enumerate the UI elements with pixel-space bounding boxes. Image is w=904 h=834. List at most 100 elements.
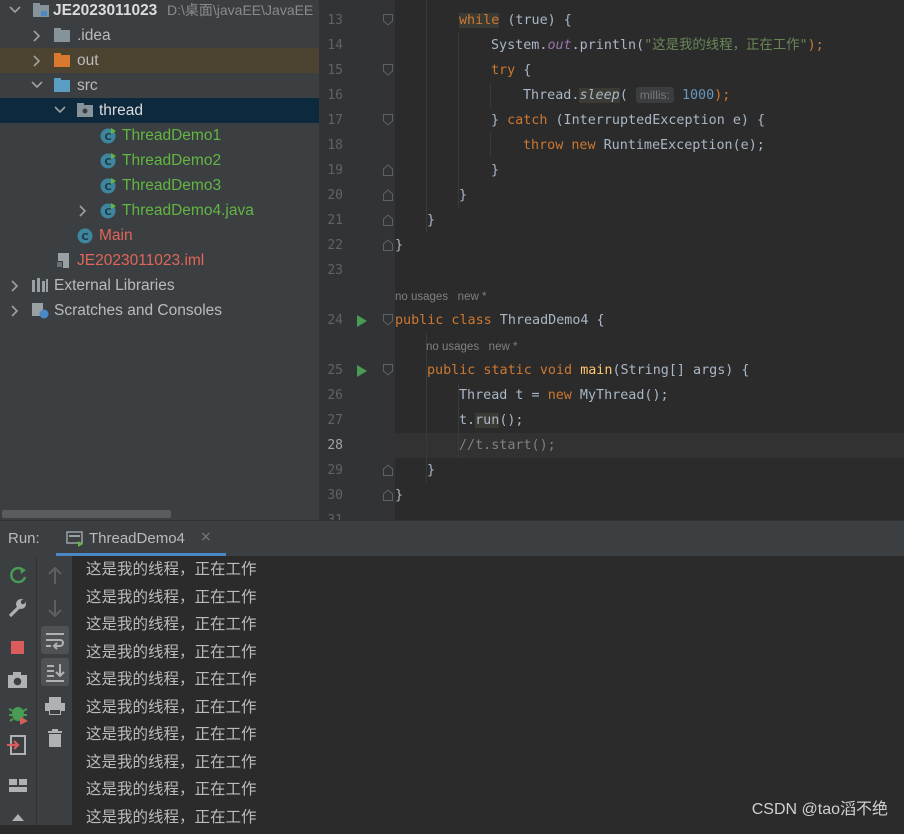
- class-icon: C: [100, 203, 116, 219]
- tree-item-label: Main: [99, 227, 133, 244]
- code-editor[interactable]: 13 14 15 16 17 18 19 20 21 22 23 24 25 2…: [319, 0, 904, 520]
- tree-root[interactable]: JE2023011023 D:\桌面\javaEE\JavaEE: [0, 0, 319, 23]
- run-toolbar-secondary: [36, 556, 73, 825]
- chevron-down-icon[interactable]: [53, 98, 67, 123]
- fold-icon[interactable]: [383, 64, 393, 76]
- stop-icon[interactable]: [6, 636, 30, 660]
- fold-icon[interactable]: [383, 239, 393, 251]
- code-line[interactable]: }: [395, 158, 499, 183]
- code-line[interactable]: }: [395, 458, 435, 483]
- tree-item-threaddemo1[interactable]: C ThreadDemo1: [0, 123, 319, 148]
- run-icon[interactable]: [356, 365, 368, 377]
- pin-icon[interactable]: [6, 810, 30, 834]
- tree-item-thread[interactable]: thread: [0, 98, 319, 123]
- code-line[interactable]: }: [395, 183, 467, 208]
- code-token: new: [547, 388, 572, 403]
- code-line[interactable]: //t.start();: [395, 433, 556, 458]
- tree-item-threaddemo3[interactable]: C ThreadDemo3: [0, 173, 319, 198]
- folder-icon: [54, 28, 70, 42]
- chevron-right-icon[interactable]: [8, 273, 22, 298]
- tree-item-label: ThreadDemo4.java: [122, 202, 254, 219]
- code-line[interactable]: }: [395, 208, 435, 233]
- code-line[interactable]: try {: [395, 58, 531, 83]
- tree-item-src[interactable]: src: [0, 73, 319, 98]
- code-token: run: [475, 413, 500, 428]
- tree-item-external-libraries[interactable]: External Libraries: [0, 273, 319, 298]
- arrow-down-icon[interactable]: [43, 596, 67, 620]
- fold-icon[interactable]: [383, 164, 393, 176]
- usage-hint[interactable]: no usages new *: [395, 287, 486, 307]
- line-number: 14: [327, 38, 343, 53]
- close-icon[interactable]: ×: [200, 529, 212, 545]
- code-line[interactable]: public static void main(String[] args) {: [395, 358, 750, 383]
- chevron-right-icon[interactable]: [76, 198, 90, 223]
- trash-icon[interactable]: [43, 726, 67, 750]
- print-icon[interactable]: [43, 694, 67, 718]
- code-token: new: [571, 138, 596, 153]
- fold-icon[interactable]: [383, 114, 393, 126]
- code-line[interactable]: t.run();: [395, 408, 524, 433]
- code-token: (String[] args) {: [612, 363, 750, 378]
- parameter-hint: millis:: [635, 87, 674, 103]
- class-icon: C: [100, 128, 116, 144]
- fold-icon[interactable]: [383, 214, 393, 226]
- line-number: 13: [327, 13, 343, 28]
- chevron-right-icon[interactable]: [30, 48, 44, 73]
- fold-icon[interactable]: [383, 14, 393, 26]
- tree-item-label: ThreadDemo3: [122, 177, 222, 194]
- console-line: 这是我的线程，正在工作: [86, 642, 257, 661]
- code-token: ();: [499, 413, 524, 428]
- tree-item-threaddemo2[interactable]: C ThreadDemo2: [0, 148, 319, 173]
- line-number: 29: [327, 463, 343, 478]
- tree-item-scratches[interactable]: Scratches and Consoles: [0, 298, 319, 323]
- tree-item-label: Scratches and Consoles: [54, 302, 223, 319]
- soft-wrap-icon: [46, 633, 64, 650]
- code-token: System.: [491, 38, 548, 53]
- line-number: 30: [327, 488, 343, 503]
- tree-item-threaddemo4[interactable]: C ThreadDemo4.java: [0, 198, 319, 223]
- code-token: );: [714, 88, 731, 103]
- code-line[interactable]: }: [395, 483, 403, 508]
- fold-icon[interactable]: [383, 314, 393, 326]
- fold-icon[interactable]: [383, 364, 393, 376]
- fold-icon[interactable]: [383, 464, 393, 476]
- run-icon[interactable]: [356, 315, 368, 327]
- wrench-icon[interactable]: [6, 596, 30, 620]
- tree-item-label: thread: [99, 102, 143, 119]
- code-line[interactable]: } catch (InterruptedException e) {: [395, 108, 765, 133]
- source-folder-icon: [54, 78, 70, 92]
- chevron-right-icon[interactable]: [30, 23, 44, 48]
- run-tab[interactable]: ThreadDemo4 ×: [56, 521, 226, 556]
- arrow-up-icon[interactable]: [43, 564, 67, 588]
- tree-item-main[interactable]: C Main: [0, 223, 319, 248]
- horizontal-scrollbar[interactable]: [0, 509, 319, 520]
- chevron-down-icon[interactable]: [8, 0, 22, 23]
- tree-item-out[interactable]: out: [0, 48, 319, 73]
- code-line[interactable]: while (true) {: [395, 8, 572, 33]
- code-line[interactable]: throw new RuntimeException(e);: [395, 133, 765, 158]
- chevron-right-icon[interactable]: [8, 298, 22, 323]
- console-line: 这是我的线程，正在工作: [86, 697, 257, 716]
- rerun-icon[interactable]: [6, 564, 30, 588]
- fold-icon[interactable]: [383, 489, 393, 501]
- fold-icon[interactable]: [383, 189, 393, 201]
- camera-icon[interactable]: [6, 668, 30, 692]
- layout-icon[interactable]: [6, 774, 30, 798]
- scroll-to-end-button[interactable]: [41, 658, 69, 686]
- code-line[interactable]: Thread.sleep( millis: 1000);: [395, 83, 730, 108]
- chevron-down-icon[interactable]: [30, 73, 44, 98]
- debug-icon[interactable]: [6, 701, 30, 725]
- tree-item-iml[interactable]: JE2023011023.iml: [0, 248, 319, 273]
- usage-hint[interactable]: no usages new *: [426, 337, 517, 357]
- code-line[interactable]: System.out.println("这是我的线程，正在工作");: [395, 33, 824, 58]
- console-output[interactable]: 这是我的线程，正在工作 这是我的线程，正在工作 这是我的线程，正在工作 这是我的…: [72, 556, 904, 825]
- code-line[interactable]: }: [395, 233, 403, 258]
- tree-item-idea[interactable]: .idea: [0, 23, 319, 48]
- line-number: 23: [327, 263, 343, 278]
- code-token: public static void: [427, 363, 573, 378]
- code-line[interactable]: public class ThreadDemo4 {: [395, 308, 605, 333]
- exit-icon[interactable]: [6, 733, 30, 757]
- console-line: 这是我的线程，正在工作: [86, 615, 257, 633]
- code-line[interactable]: Thread t = new MyThread();: [395, 383, 669, 408]
- soft-wrap-button[interactable]: [41, 626, 69, 654]
